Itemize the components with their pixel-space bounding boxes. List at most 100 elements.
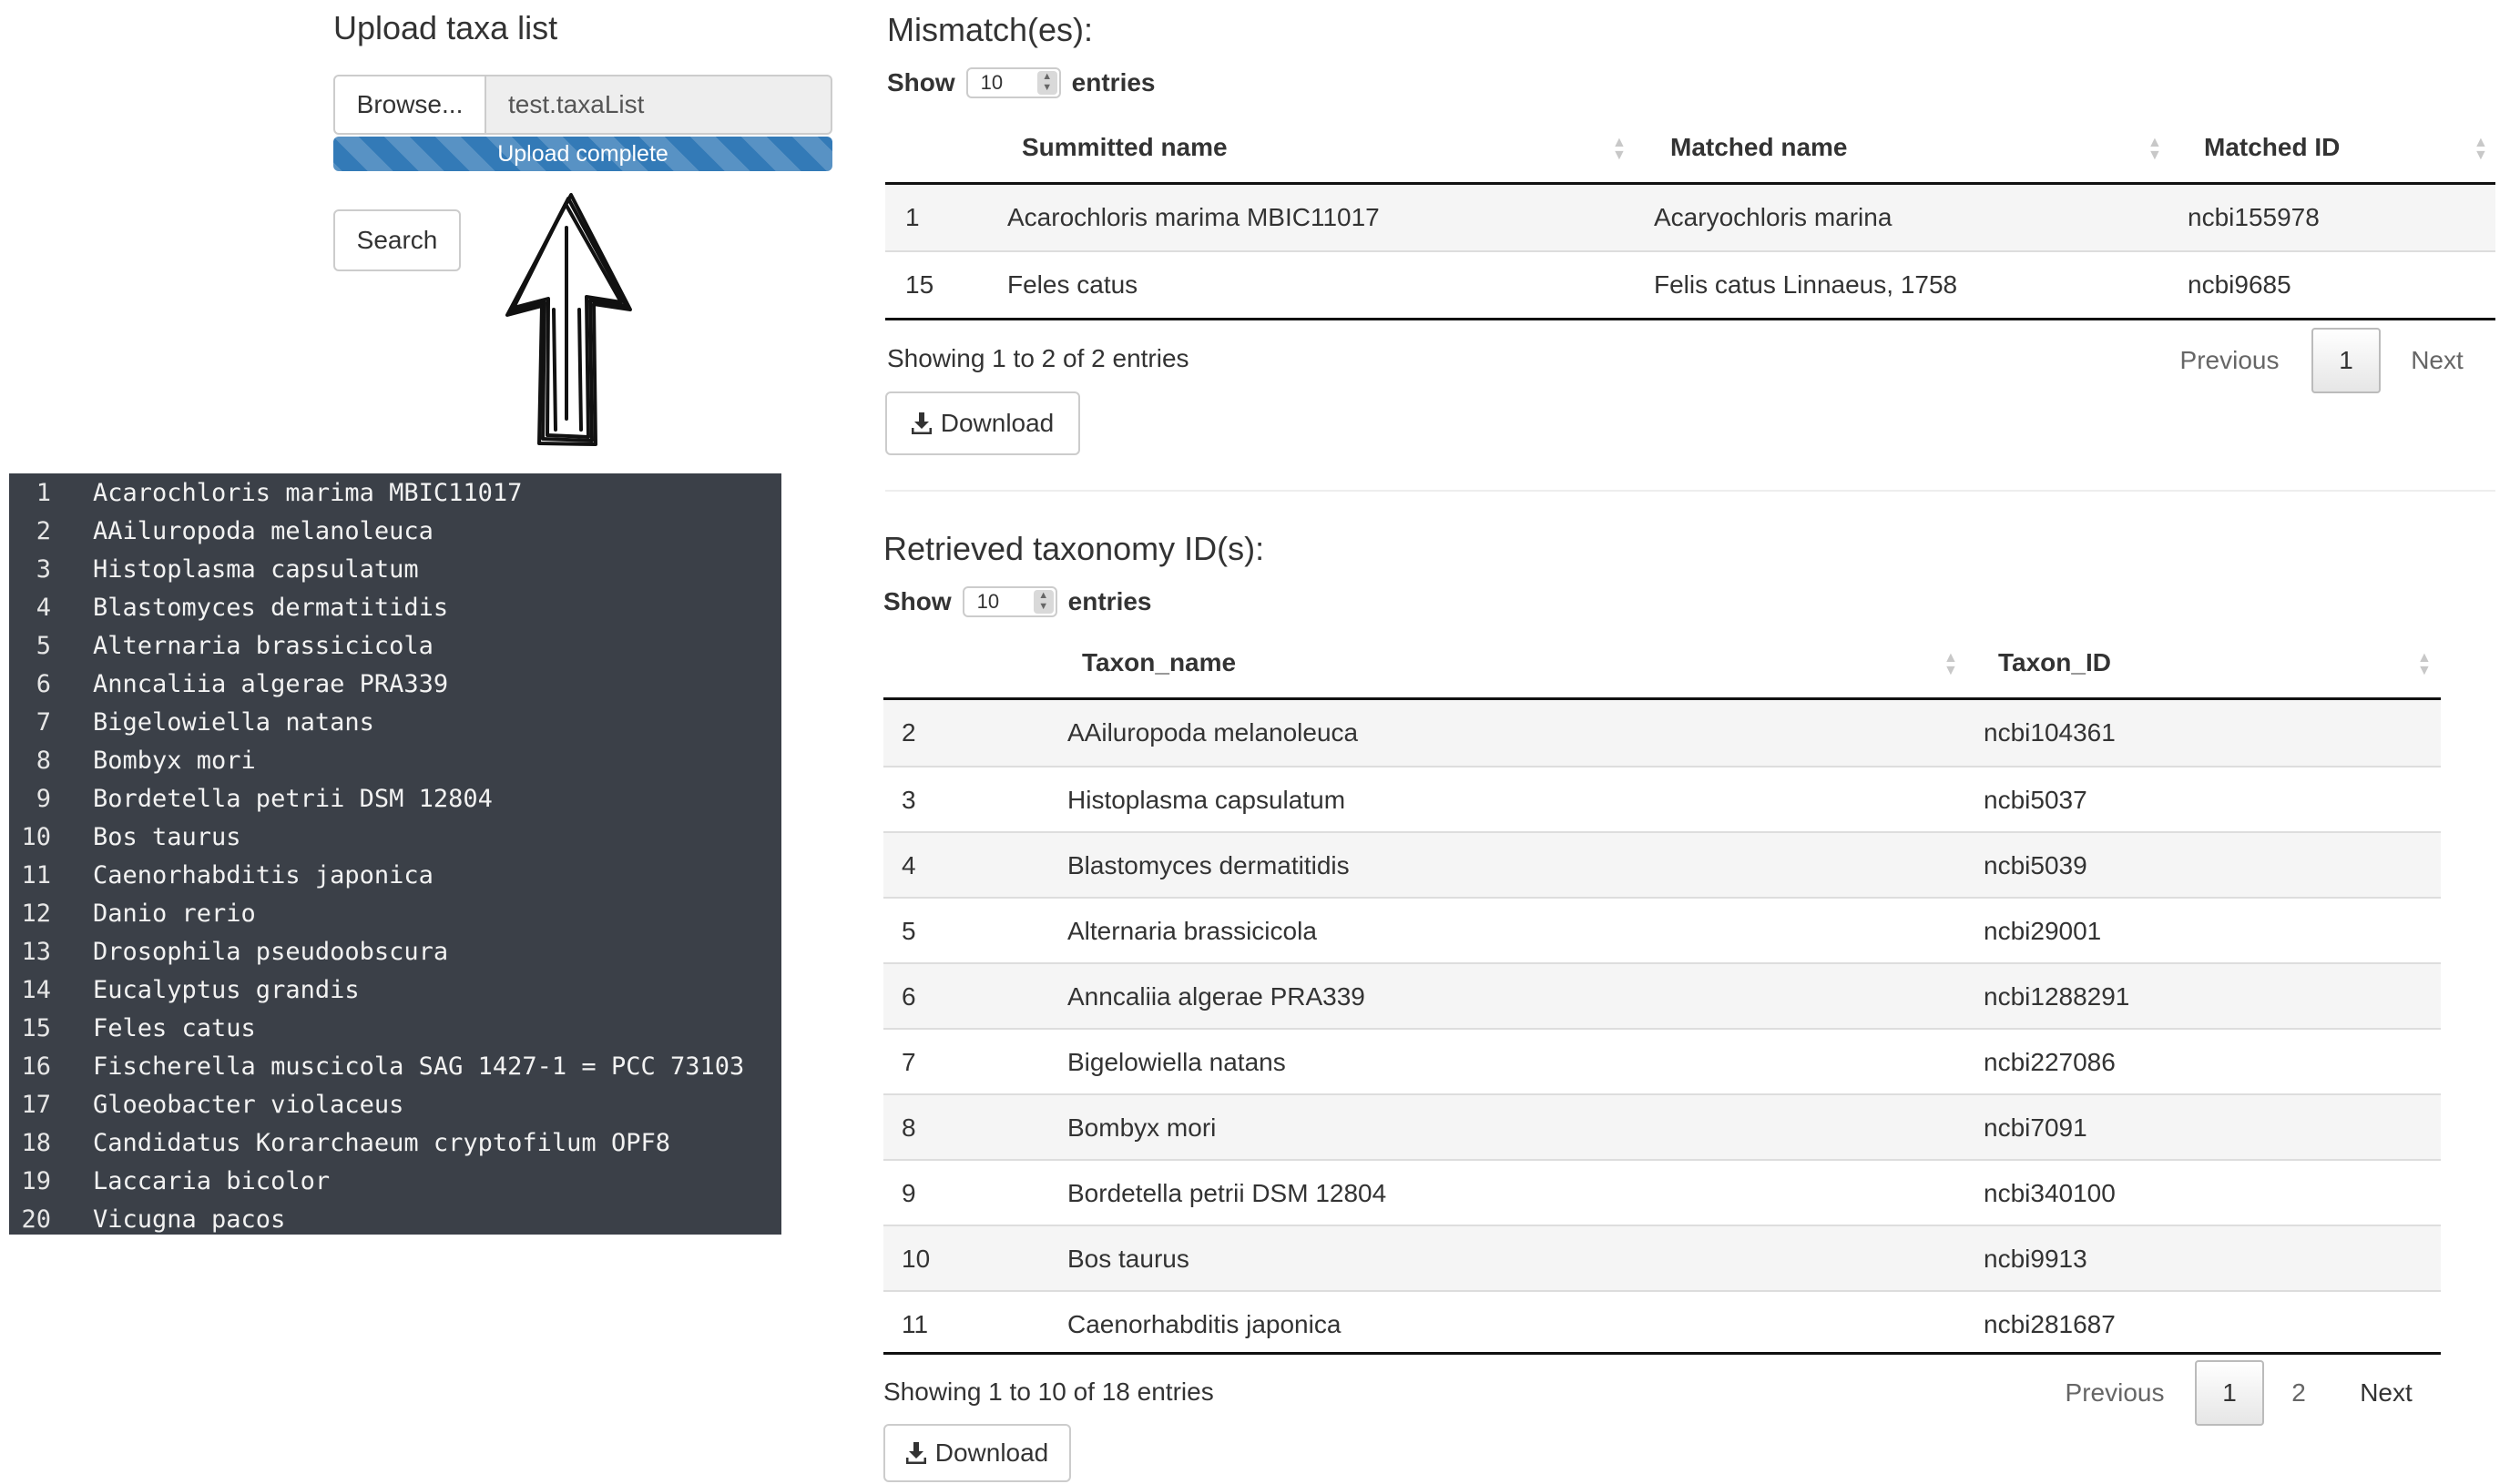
retrieved-page-2-button[interactable]: 2 (2270, 1362, 2328, 1424)
download-label: Download (934, 1438, 1049, 1467)
retrieved-download-button[interactable]: Download (883, 1424, 1071, 1482)
table-row[interactable]: 5 Alternaria brassicicola ncbi29001 (883, 897, 2441, 964)
column-header-taxon-id[interactable]: Taxon_ID (1998, 648, 2111, 677)
table-row[interactable]: 10 Bos taurus ncbi9913 (883, 1225, 2441, 1292)
line-number: 6 (36, 669, 51, 698)
line-number: 12 (21, 899, 51, 928)
code-line: 15 Feles catus (9, 1009, 256, 1047)
retrieved-title: Retrieved taxonomy ID(s): (883, 530, 1265, 567)
retrieved-next-button[interactable]: Next (2342, 1362, 2430, 1424)
mismatch-page-1-button[interactable]: 1 (2311, 328, 2381, 393)
line-number: 2 (36, 516, 51, 545)
code-line: 1 Acarochloris marima MBIC11017 (9, 473, 523, 512)
line-number: 7 (36, 707, 51, 737)
table-row[interactable]: 4 Blastomyces dermatitidis ncbi5039 (883, 831, 2441, 899)
browse-button[interactable]: Browse... (333, 75, 486, 135)
code-line: 2 AAiluropoda melanoleuca (9, 512, 434, 550)
retrieved-previous-button[interactable]: Previous (2051, 1362, 2178, 1424)
row-index: 7 (902, 1048, 916, 1076)
taxon-name-cell: Bordetella petrii DSM 12804 (1067, 1179, 1387, 1207)
sort-icon[interactable]: ▲ ▼ (1944, 651, 1958, 678)
table-row[interactable]: 9 Bordetella petrii DSM 12804 ncbi340100 (883, 1159, 2441, 1226)
table-row[interactable]: 8 Bombyx mori ncbi7091 (883, 1093, 2441, 1161)
submitted-name-cell: Acarochloris marima MBIC11017 (1007, 203, 1380, 231)
column-header-summitted-name[interactable]: Summitted name (1022, 133, 1228, 162)
sort-icon[interactable]: ▲ ▼ (2474, 136, 2488, 163)
line-text: Blastomyces dermatitidis (93, 593, 449, 622)
table-row[interactable]: 2 AAiluropoda melanoleuca ncbi104361 (883, 700, 2441, 766)
download-icon (911, 412, 932, 434)
line-text: Histoplasma capsulatum (93, 554, 419, 584)
column-header-matched-id[interactable]: Matched ID (2204, 133, 2340, 162)
show-label: Show (887, 68, 955, 97)
taxon-name-cell: Anncaliia algerae PRA339 (1067, 982, 1365, 1011)
taxon-id-cell: ncbi1288291 (1984, 982, 2130, 1011)
page-length-value: 10 (980, 71, 1004, 94)
entries-label: entries (1071, 68, 1156, 97)
line-text: Fischerella muscicola SAG 1427-1 = PCC 7… (93, 1052, 745, 1081)
taxon-name-cell: Bos taurus (1067, 1245, 1189, 1273)
code-line: 6 Anncaliia algerae PRA339 (9, 665, 448, 703)
line-text: Bombyx mori (93, 746, 256, 775)
mismatch-next-button[interactable]: Next (2395, 330, 2479, 391)
mismatch-download-button[interactable]: Download (885, 391, 1080, 455)
column-header-taxon-name[interactable]: Taxon_name (1082, 648, 1236, 677)
table-row[interactable]: 3 Histoplasma capsulatum ncbi5037 (883, 766, 2441, 833)
line-text: Bigelowiella natans (93, 707, 374, 737)
code-line: 20 Vicugna pacos (9, 1200, 285, 1235)
code-line: 9 Bordetella petrii DSM 12804 (9, 779, 493, 818)
table-row[interactable]: 1 Acarochloris marima MBIC11017 Acaryoch… (885, 185, 2495, 250)
retrieved-page-length-select[interactable]: 10 ▲ ▼ (962, 586, 1057, 617)
line-text: Candidatus Korarchaeum cryptofilum OPF8 (93, 1128, 670, 1157)
sort-icon[interactable]: ▲ ▼ (2417, 651, 2432, 678)
mismatch-length-control: Show 10 ▲ ▼ entries (887, 67, 1156, 98)
table-row[interactable]: 15 Feles catus Felis catus Linnaeus, 175… (885, 250, 2495, 318)
taxon-name-cell: Bigelowiella natans (1067, 1048, 1286, 1076)
taxon-id-cell: ncbi340100 (1984, 1179, 2116, 1207)
code-line: 17 Gloeobacter violaceus (9, 1085, 403, 1123)
taxon-id-cell: ncbi281687 (1984, 1310, 2116, 1338)
upload-progress-label: Upload complete (497, 140, 668, 167)
line-text: Feles catus (93, 1013, 256, 1042)
taxon-name-cell: Caenorhabditis japonica (1067, 1310, 1342, 1338)
line-number: 8 (36, 746, 51, 775)
code-line: 14 Eucalyptus grandis (9, 971, 359, 1009)
line-text: Laccaria bicolor (93, 1166, 331, 1195)
column-header-matched-name[interactable]: Matched name (1670, 133, 1848, 162)
line-text: Alternaria brassicicola (93, 631, 434, 660)
mismatch-page-length-select[interactable]: 10 ▲ ▼ (965, 67, 1061, 98)
mismatch-previous-button[interactable]: Previous (2166, 330, 2293, 391)
taxon-name-cell: Blastomyces dermatitidis (1067, 851, 1350, 879)
spinner-icon: ▲ ▼ (1036, 71, 1057, 95)
taxon-id-cell: ncbi9913 (1984, 1245, 2087, 1273)
code-line: 7 Bigelowiella natans (9, 703, 374, 741)
taxon-id-cell: ncbi29001 (1984, 917, 2102, 945)
matched-name-cell: Felis catus Linnaeus, 1758 (1654, 270, 1958, 299)
line-text: Bordetella petrii DSM 12804 (93, 784, 493, 813)
table-row[interactable]: 6 Anncaliia algerae PRA339 ncbi1288291 (883, 962, 2441, 1030)
table-row[interactable]: 11 Caenorhabditis japonica ncbi281687 (883, 1290, 2441, 1357)
matched-id-cell: ncbi9685 (2188, 270, 2291, 299)
code-line: 16 Fischerella muscicola SAG 1427-1 = PCC… (9, 1047, 744, 1085)
code-line: 18 Candidatus Korarchaeum cryptofilum OPF… (9, 1123, 670, 1162)
search-button[interactable]: Search (333, 209, 461, 271)
row-index: 15 (905, 270, 934, 299)
line-number: 17 (21, 1090, 51, 1119)
taxon-id-cell: ncbi7091 (1984, 1113, 2087, 1142)
sort-icon[interactable]: ▲ ▼ (1612, 136, 1627, 163)
line-number: 15 (21, 1013, 51, 1042)
taxon-name-cell: Bombyx mori (1067, 1113, 1217, 1142)
spinner-icon: ▲ ▼ (1033, 590, 1054, 614)
row-index: 11 (902, 1310, 929, 1338)
line-number: 1 (36, 478, 51, 507)
row-index: 3 (902, 786, 916, 814)
retrieved-page-1-button[interactable]: 1 (2195, 1360, 2264, 1426)
line-text: Vicugna pacos (93, 1204, 286, 1234)
line-number: 10 (21, 822, 51, 851)
sort-icon[interactable]: ▲ ▼ (2148, 136, 2162, 163)
row-index: 10 (902, 1245, 931, 1273)
file-input-group[interactable]: Browse... test.taxaList (333, 75, 832, 135)
table-row[interactable]: 7 Bigelowiella natans ncbi227086 (883, 1028, 2441, 1095)
submitted-name-cell: Feles catus (1007, 270, 1138, 299)
mismatch-title: Mismatch(es): (887, 11, 1094, 48)
